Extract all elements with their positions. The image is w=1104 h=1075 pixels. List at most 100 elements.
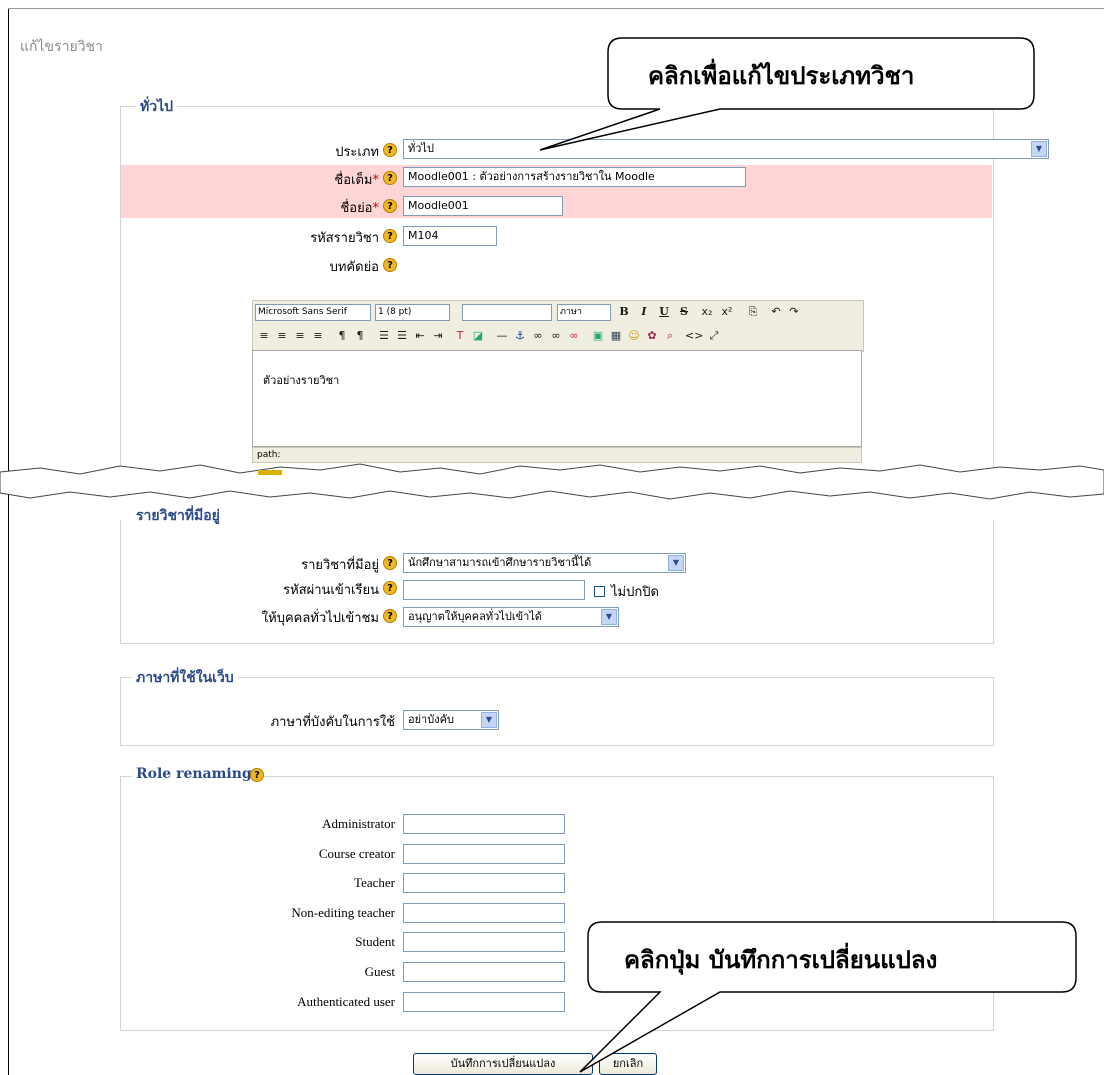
available-select[interactable]: นักศึกษาสามารถเข้าศึกษารายวิชานี้ได้ ▼ (403, 553, 686, 573)
image-icon[interactable]: ▣ (591, 328, 605, 344)
keyboard-icon[interactable] (258, 470, 282, 475)
help-icon[interactable]: ? (250, 768, 264, 782)
ordered-list-icon[interactable]: ☰ (377, 328, 391, 344)
help-icon[interactable]: ? (383, 199, 397, 213)
justify-icon[interactable]: ≡ (311, 328, 325, 344)
smiley-icon[interactable]: ☺ (627, 328, 641, 344)
html-source-icon[interactable]: <> (685, 328, 703, 344)
indent-icon[interactable]: ⇥ (431, 328, 445, 344)
italic-button[interactable]: I (637, 304, 651, 320)
align-right-icon[interactable]: ≡ (293, 328, 307, 344)
editor-content: ตัวอย่างรายวิชา (263, 374, 340, 387)
page-frame-top (8, 8, 1104, 9)
help-icon[interactable]: ? (383, 609, 397, 623)
guest-select[interactable]: อนุญาตให้บุคคลทั่วไปเข้าได้ ▼ (403, 607, 619, 627)
enrolkey-field[interactable] (403, 580, 585, 600)
cancel-button[interactable]: ยกเลิก (599, 1053, 657, 1075)
editor-toolbar: Microsoft Sans Serif 1 (8 pt) ภาษา B I U… (252, 300, 864, 352)
help-icon[interactable]: ? (383, 556, 397, 570)
strikethrough-button[interactable]: S (677, 304, 691, 320)
category-select[interactable]: ทั่วไป ▼ (403, 139, 1049, 159)
font-family-select[interactable]: Microsoft Sans Serif (255, 304, 371, 321)
force-language-label: ภาษาที่บังคับในการใช้ (270, 715, 395, 730)
undo-icon[interactable]: ↶ (769, 304, 783, 320)
heading-select[interactable] (462, 304, 552, 321)
bold-button[interactable]: B (617, 304, 631, 320)
summary-label: บทคัดย่อ (329, 260, 379, 275)
available-select-value: นักศึกษาสามารถเข้าศึกษารายวิชานี้ได้ (408, 556, 592, 569)
callout-save-changes: คลิกปุ่ม บันทึกการเปลี่ยนแปลง (624, 946, 938, 974)
idnumber-field[interactable]: M104 (403, 226, 497, 246)
role-label: Authenticated user (297, 994, 395, 1009)
superscript-button[interactable]: x² (719, 304, 735, 320)
highlight-color-icon[interactable]: ◪ (471, 328, 485, 344)
role-label: Course creator (318, 846, 395, 861)
fullname-label: ชื่อเต็ม* (334, 173, 379, 188)
outdent-icon[interactable]: ⇤ (413, 328, 427, 344)
role-renaming-legend: Role renaming (132, 766, 256, 782)
text-color-icon[interactable]: T (453, 328, 467, 344)
idnumber-label: รหัสรายวิชา (310, 231, 379, 246)
nolink-icon[interactable]: ∞ (567, 328, 581, 344)
special-char-icon[interactable]: ✿ (645, 328, 659, 344)
clean-word-icon[interactable]: ⎘ (745, 304, 761, 320)
callout-edit-category: คลิกเพื่อแก้ไขประเภทวิชา (648, 62, 915, 90)
shortname-field[interactable]: Moodle001 (403, 196, 563, 216)
underline-button[interactable]: U (657, 304, 671, 320)
role-label: Teacher (354, 875, 395, 890)
anchor-icon[interactable]: ⚓ (513, 328, 527, 344)
role-field[interactable] (403, 903, 565, 923)
chevron-down-icon: ▼ (668, 555, 684, 571)
page-title: แก้ไขรายวิชา (20, 39, 103, 55)
unmask-checkbox[interactable] (594, 586, 605, 597)
language-select[interactable]: ภาษา (557, 304, 611, 321)
search-replace-icon[interactable]: ⌕ (663, 328, 677, 344)
help-icon[interactable]: ? (383, 143, 397, 157)
help-icon[interactable]: ? (383, 171, 397, 185)
align-left-icon[interactable]: ≡ (257, 328, 271, 344)
horizontal-rule-icon[interactable]: — (495, 328, 509, 344)
shortname-label: ชื่อย่อ* (340, 201, 379, 216)
unordered-list-icon[interactable]: ☰ (395, 328, 409, 344)
role-label: Guest (364, 964, 395, 979)
availability-legend: รายวิชาที่มีอยู่ (132, 505, 224, 527)
role-label: Administrator (322, 816, 395, 831)
help-icon[interactable]: ? (383, 229, 397, 243)
save-changes-button[interactable]: บันทึกการเปลี่ยนแปลง (413, 1053, 593, 1075)
table-icon[interactable]: ▦ (609, 328, 623, 344)
role-field[interactable] (403, 814, 565, 834)
link-icon[interactable]: ∞ (531, 328, 545, 344)
chevron-down-icon: ▼ (601, 609, 617, 625)
role-field[interactable] (403, 962, 565, 982)
unlink-icon[interactable]: ∞ (549, 328, 563, 344)
redo-icon[interactable]: ↷ (787, 304, 801, 320)
language-legend: ภาษาที่ใช้ในเว็บ (132, 667, 238, 689)
help-icon[interactable]: ? (383, 581, 397, 595)
role-field[interactable] (403, 932, 565, 952)
page-frame-left (8, 8, 9, 1075)
fullscreen-icon[interactable]: ⤢ (707, 328, 721, 344)
category-label: ประเภท (335, 145, 379, 160)
guest-label: ให้บุคคลทั่วไปเข้าชม (261, 611, 379, 626)
role-field[interactable] (403, 873, 565, 893)
force-language-select[interactable]: อย่าบังคับ ▼ (403, 710, 499, 730)
fullname-field[interactable]: Moodle001 : ตัวอย่างการสร้างรายวิชาใน Mo… (403, 167, 746, 187)
rtl-icon[interactable]: ¶ (353, 328, 367, 344)
summary-editor[interactable]: ตัวอย่างรายวิชา (252, 350, 862, 447)
language-fieldset (120, 677, 994, 746)
available-label: รายวิชาที่มีอยู่ (301, 558, 379, 573)
subscript-button[interactable]: x₂ (699, 304, 715, 320)
role-field[interactable] (403, 844, 565, 864)
role-label: Non-editing teacher (291, 905, 395, 920)
font-size-select[interactable]: 1 (8 pt) (375, 304, 450, 321)
editor-path-bar: path: (252, 447, 862, 463)
help-icon[interactable]: ? (383, 258, 397, 272)
chevron-down-icon: ▼ (1031, 141, 1047, 157)
unmask-label: ไม่ปกปิด (611, 585, 659, 600)
ltr-icon[interactable]: ¶ (335, 328, 349, 344)
role-field[interactable] (403, 992, 565, 1012)
chevron-down-icon: ▼ (481, 712, 497, 728)
guest-select-value: อนุญาตให้บุคคลทั่วไปเข้าได้ (408, 610, 542, 623)
align-center-icon[interactable]: ≡ (275, 328, 289, 344)
force-language-value: อย่าบังคับ (408, 713, 454, 726)
